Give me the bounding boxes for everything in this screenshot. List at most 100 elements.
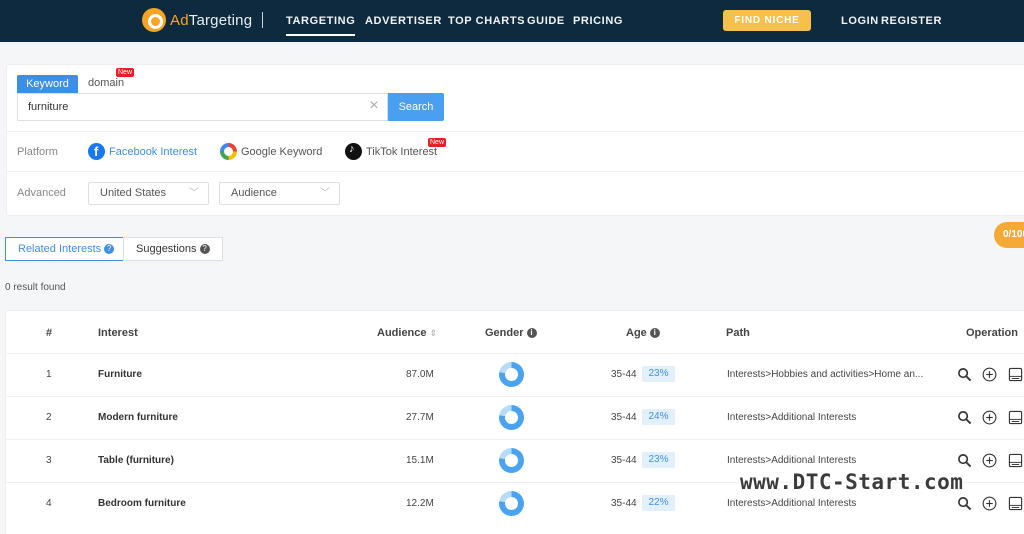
row-number: 3 bbox=[46, 455, 52, 466]
row-number: 2 bbox=[46, 412, 52, 423]
interest-name[interactable]: Bedroom furniture bbox=[98, 498, 186, 509]
tab-domain[interactable]: domain bbox=[88, 77, 124, 89]
search-icon[interactable] bbox=[957, 453, 972, 468]
country-select-value: United States bbox=[100, 187, 167, 199]
row-number: 4 bbox=[46, 498, 52, 509]
ad-library-icon[interactable] bbox=[1008, 496, 1023, 511]
help-icon[interactable]: ? bbox=[104, 244, 115, 255]
audience-size: 15.1M bbox=[406, 455, 434, 466]
platform-tiktok-label: TikTok Interest bbox=[366, 145, 438, 158]
login-link[interactable]: LOGIN bbox=[841, 15, 879, 27]
audience-size: 12.2M bbox=[406, 498, 434, 509]
result-count: 0 result found bbox=[5, 282, 66, 293]
age-range: 35-44 bbox=[611, 455, 637, 466]
col-header-audience[interactable]: Audience ⇕ bbox=[377, 327, 437, 339]
interest-path: Interests>Hobbies and activities>Home an… bbox=[727, 369, 924, 380]
col-header-path: Path bbox=[726, 327, 750, 339]
brand-name: AdTargeting bbox=[170, 11, 253, 29]
add-circle-icon[interactable] bbox=[982, 410, 997, 425]
search-icon[interactable] bbox=[957, 496, 972, 511]
google-icon bbox=[220, 143, 237, 160]
nav-guide[interactable]: GUIDE bbox=[527, 15, 565, 27]
table-row[interactable]: 2 Modern furniture 27.7M 35-44 24% Interests>… bbox=[6, 396, 1024, 439]
close-icon[interactable]: × bbox=[367, 98, 381, 114]
platform-facebook[interactable]: Facebook Interest bbox=[88, 143, 197, 160]
tiktok-icon bbox=[345, 143, 362, 160]
col-header-operation: Operation bbox=[966, 327, 1018, 339]
age-percent: 23% bbox=[642, 366, 675, 382]
platform-label: Platform bbox=[17, 146, 58, 158]
gender-donut-chart bbox=[499, 491, 524, 516]
brand-logo[interactable]: AdTargeting bbox=[142, 8, 252, 32]
sort-icon[interactable]: ⇕ bbox=[430, 328, 438, 338]
nav-divider bbox=[262, 12, 263, 28]
platform-tiktok[interactable]: TikTok Interest bbox=[345, 143, 437, 160]
ad-library-icon[interactable] bbox=[1008, 410, 1023, 425]
audience-size: 87.0M bbox=[406, 369, 434, 380]
table-row[interactable]: 1 Furniture 87.0M 35-44 23% Interests>Hobbies… bbox=[6, 353, 1024, 396]
age-percent: 22% bbox=[642, 495, 675, 511]
nav-pricing[interactable]: PRICING bbox=[573, 15, 623, 27]
divider bbox=[7, 171, 1024, 172]
row-number: 1 bbox=[46, 369, 52, 380]
search-box: × bbox=[17, 93, 388, 121]
age-percent: 23% bbox=[642, 452, 675, 468]
help-icon[interactable]: ? bbox=[199, 244, 210, 255]
col-header-num: # bbox=[46, 327, 53, 339]
search-input[interactable] bbox=[28, 94, 358, 120]
platform-google-label: Google Keyword bbox=[241, 145, 323, 158]
advanced-label: Advanced bbox=[17, 187, 66, 199]
col-header-age: Age i bbox=[626, 327, 660, 339]
interest-path: Interests>Additional Interests bbox=[727, 498, 857, 509]
ad-library-icon[interactable] bbox=[1008, 367, 1023, 382]
platform-facebook-label: Facebook Interest bbox=[109, 145, 198, 158]
divider bbox=[7, 131, 1024, 132]
platform-google[interactable]: Google Keyword bbox=[220, 143, 322, 160]
audience-select-value: Audience bbox=[231, 187, 277, 199]
find-niche-button[interactable]: FIND NICHE bbox=[723, 10, 811, 31]
col-header-interest: Interest bbox=[98, 327, 138, 339]
audience-size: 27.7M bbox=[406, 412, 434, 423]
tab-keyword[interactable]: Keyword bbox=[17, 75, 78, 93]
chevron-down-icon: ﹀ bbox=[320, 188, 330, 199]
tab-suggestions-label: Suggestions bbox=[136, 243, 197, 255]
register-link[interactable]: REGISTER bbox=[881, 15, 942, 27]
add-circle-icon[interactable] bbox=[982, 453, 997, 468]
search-panel: Keyword domain New × Search Platform Fac… bbox=[6, 64, 1024, 216]
add-circle-icon[interactable] bbox=[982, 367, 997, 382]
add-circle-icon[interactable] bbox=[982, 496, 997, 511]
top-navbar: AdTargeting TARGETING ADVERTISER TOP CHA… bbox=[0, 0, 1024, 42]
interest-name[interactable]: Table (furniture) bbox=[98, 455, 174, 466]
country-select[interactable]: United States ﹀ bbox=[88, 182, 209, 205]
age-percent: 24% bbox=[642, 409, 675, 425]
interest-path: Interests>Additional Interests bbox=[727, 455, 857, 466]
search-button[interactable]: Search bbox=[388, 93, 444, 121]
new-badge: New bbox=[428, 138, 447, 147]
search-icon[interactable] bbox=[957, 367, 972, 382]
tab-suggestions[interactable]: Suggestions? bbox=[123, 237, 223, 261]
interest-name[interactable]: Furniture bbox=[98, 369, 142, 380]
age-range: 35-44 bbox=[611, 369, 637, 380]
interest-name[interactable]: Modern furniture bbox=[98, 412, 178, 423]
chevron-down-icon: ﹀ bbox=[189, 188, 199, 199]
audience-select[interactable]: Audience ﹀ bbox=[219, 182, 340, 205]
nav-top-charts[interactable]: TOP CHARTS bbox=[448, 15, 525, 27]
tab-related-interests[interactable]: Related Interests? bbox=[5, 237, 128, 261]
help-icon[interactable]: i bbox=[526, 328, 537, 339]
nav-targeting[interactable]: TARGETING bbox=[286, 15, 356, 36]
gender-donut-chart bbox=[499, 405, 524, 430]
age-range: 35-44 bbox=[611, 498, 637, 509]
age-range: 35-44 bbox=[611, 412, 637, 423]
interest-table: # Interest Audience ⇕ Gender i Age i Path … bbox=[5, 310, 1024, 534]
facebook-icon bbox=[88, 143, 105, 160]
watermark: www.DTC-Start.com bbox=[740, 470, 964, 494]
new-badge: New bbox=[116, 68, 135, 77]
help-icon[interactable]: i bbox=[649, 328, 660, 339]
gender-donut-chart bbox=[499, 362, 524, 387]
selection-counter[interactable]: 0/100 bbox=[994, 222, 1024, 248]
search-icon[interactable] bbox=[957, 410, 972, 425]
tab-related-label: Related Interests bbox=[18, 243, 102, 255]
logo-icon bbox=[142, 8, 166, 32]
nav-advertiser[interactable]: ADVERTISER bbox=[365, 15, 442, 27]
ad-library-icon[interactable] bbox=[1008, 453, 1023, 468]
